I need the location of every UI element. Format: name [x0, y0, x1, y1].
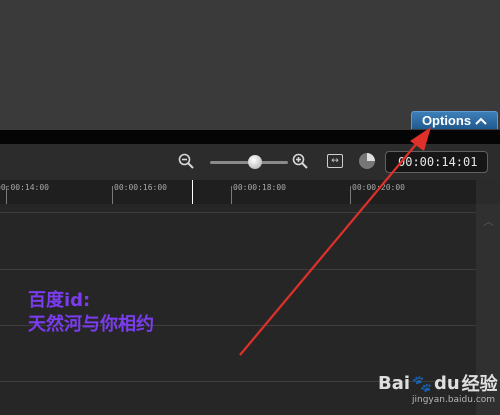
watermark-jingyan: 经验 — [461, 374, 498, 395]
watermark-bai: Bai — [378, 372, 411, 394]
watermark-url: jingyan.baidu.com — [412, 395, 496, 405]
overlay-line-2: 天然河与你相约 — [28, 314, 154, 335]
watermark-du: du — [433, 372, 460, 394]
annotation-arrow — [239, 127, 431, 356]
overlay-caption: 百度id: 天然河与你相约 — [28, 289, 154, 337]
baidu-watermark: Bai 🐾 du 经验 — [378, 370, 498, 396]
overlay-line-1: 百度id: — [28, 290, 91, 311]
baidu-paw-icon: 🐾 — [412, 373, 432, 393]
